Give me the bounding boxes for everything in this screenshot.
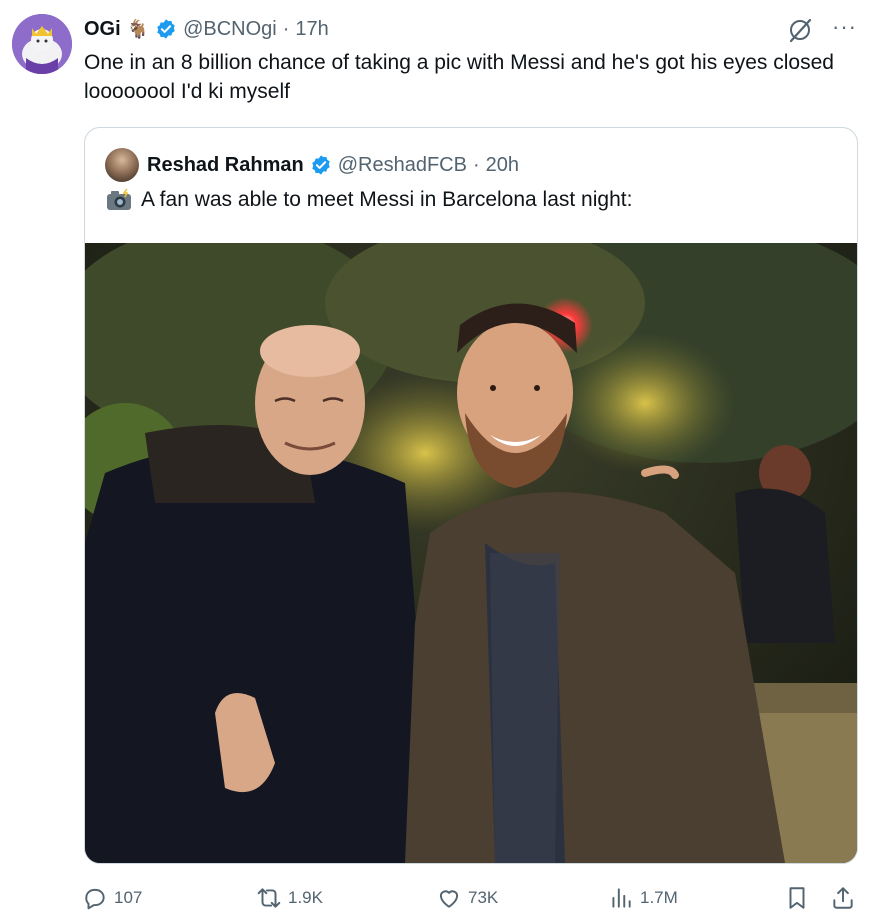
grok-icon[interactable] bbox=[786, 16, 814, 44]
like-count: 73K bbox=[468, 888, 499, 907]
share-icon bbox=[833, 887, 853, 909]
verified-badge-icon[interactable] bbox=[155, 18, 177, 40]
tweet-actions-bar: 107 1.9K 73K 1.7M bbox=[0, 878, 882, 918]
quoted-author-avatar[interactable] bbox=[105, 148, 139, 182]
avatar-illustration bbox=[12, 14, 72, 74]
repost-count: 1.9K bbox=[288, 888, 323, 907]
tweet-timestamp[interactable]: 17h bbox=[295, 18, 328, 41]
camera-with-flash-icon bbox=[107, 188, 131, 210]
repost-icon bbox=[257, 888, 281, 908]
bookmark-icon bbox=[789, 887, 805, 909]
views-count: 1.7M bbox=[640, 888, 678, 907]
heart-icon bbox=[439, 890, 459, 908]
reply-count: 107 bbox=[114, 888, 143, 907]
more-options-button[interactable]: ··· bbox=[832, 14, 857, 40]
quoted-tweet[interactable]: Reshad Rahman @ReshadFCB · 20h A fan was… bbox=[84, 127, 858, 864]
author-handle[interactable]: @BCNOgi bbox=[183, 18, 277, 41]
views-chart-icon bbox=[612, 888, 631, 908]
reply-button[interactable]: 107 bbox=[82, 878, 142, 918]
separator-dot: · bbox=[472, 153, 480, 176]
tweet-header: OGi 🐐 @BCNOgi · 17h bbox=[84, 14, 329, 44]
tweet[interactable]: OGi 🐐 @BCNOgi · 17h ··· One in an 8 bill… bbox=[0, 0, 882, 924]
like-button[interactable]: 73K bbox=[436, 878, 498, 918]
author-avatar[interactable] bbox=[12, 14, 72, 74]
views-button[interactable]: 1.7M bbox=[608, 878, 678, 918]
goat-emoji: 🐐 bbox=[126, 19, 150, 39]
share-button[interactable] bbox=[830, 878, 856, 918]
author-name[interactable]: OGi bbox=[84, 18, 121, 41]
quoted-tweet-header: Reshad Rahman @ReshadFCB · 20h bbox=[147, 148, 519, 182]
bookmark-button[interactable] bbox=[784, 878, 810, 918]
repost-button[interactable]: 1.9K bbox=[256, 878, 323, 918]
quoted-tweet-text: A fan was able to meet Messi in Barcelon… bbox=[141, 188, 633, 211]
photo-illustration bbox=[85, 243, 857, 863]
tweet-photo[interactable] bbox=[85, 243, 857, 863]
quoted-author-handle[interactable]: @ReshadFCB bbox=[338, 154, 467, 177]
tweet-text: One in an 8 billion chance of taking a p… bbox=[84, 51, 834, 103]
quoted-tweet-timestamp[interactable]: 20h bbox=[486, 154, 519, 177]
quoted-author-name[interactable]: Reshad Rahman bbox=[147, 154, 304, 177]
quoted-tweet-text-row: A fan was able to meet Messi in Barcelon… bbox=[105, 188, 632, 212]
separator-dot: · bbox=[282, 17, 290, 40]
verified-badge-icon[interactable] bbox=[310, 154, 332, 176]
reply-icon bbox=[85, 888, 105, 910]
